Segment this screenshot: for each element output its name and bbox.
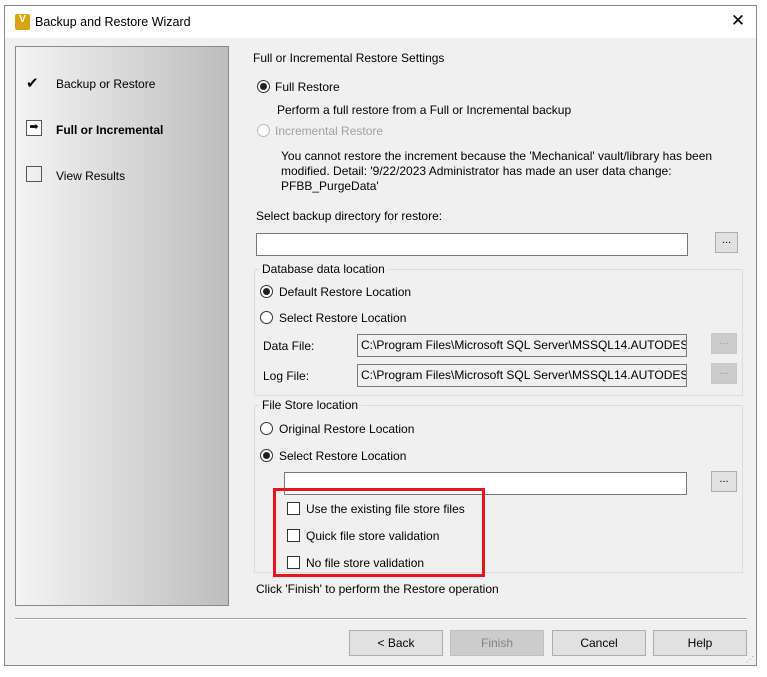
fs-original-location-label: Original Restore Location xyxy=(279,422,415,436)
data-file-browse-button: ... xyxy=(711,333,737,354)
vault-app-icon: V xyxy=(15,14,30,30)
wizard-window: V Backup and Restore Wizard ✕ ✔ Backup o… xyxy=(4,5,757,666)
finish-button: Finish xyxy=(450,630,544,656)
highlight-annotation-box xyxy=(273,488,485,577)
arrow-right-icon: ➡ xyxy=(26,120,42,136)
full-restore-label: Full Restore xyxy=(275,80,340,94)
step-full-or-incremental: Full or Incremental xyxy=(56,123,164,137)
file-store-browse-button[interactable]: ... xyxy=(711,471,737,492)
log-file-label: Log File: xyxy=(263,369,310,383)
log-file-browse-button: ... xyxy=(711,363,737,384)
db-default-location-label: Default Restore Location xyxy=(279,285,412,299)
warning-line: PFBB_PurgeData' xyxy=(281,179,379,193)
warning-line: modified. Detail: '9/22/2023 Administrat… xyxy=(281,164,672,178)
close-icon[interactable]: ✕ xyxy=(728,11,748,31)
step-backup-or-restore: Backup or Restore xyxy=(56,77,156,91)
step-view-results: View Results xyxy=(56,169,126,183)
incremental-restore-label: Incremental Restore xyxy=(275,124,384,138)
full-restore-description: Perform a full restore from a Full or In… xyxy=(277,103,572,117)
cancel-button[interactable]: Cancel xyxy=(552,630,646,656)
full-restore-radio[interactable] xyxy=(257,80,270,93)
footer-note: Click 'Finish' to perform the Restore op… xyxy=(256,582,499,596)
fs-select-location-label: Select Restore Location xyxy=(279,449,407,463)
resize-grip-icon[interactable]: ⋰ xyxy=(746,655,754,664)
empty-checkbox-icon xyxy=(26,166,42,182)
file-store-title: File Store location xyxy=(259,398,362,412)
page-heading: Full or Incremental Restore Settings xyxy=(253,51,445,65)
warning-line: You cannot restore the increment because… xyxy=(281,149,713,163)
fs-select-location-radio[interactable] xyxy=(260,449,273,462)
backup-dir-browse-button[interactable]: ... xyxy=(715,232,738,253)
steps-panel: ✔ Backup or Restore ➡ Full or Incrementa… xyxy=(15,46,229,606)
db-default-location-radio[interactable] xyxy=(260,285,273,298)
data-file-input[interactable]: C:\Program Files\Microsoft SQL Server\MS… xyxy=(357,334,687,357)
title-bar: V Backup and Restore Wizard ✕ xyxy=(5,6,756,38)
database-location-title: Database data location xyxy=(259,262,388,276)
back-button[interactable]: < Back xyxy=(349,630,443,656)
backup-dir-label: Select backup directory for restore: xyxy=(256,209,443,223)
data-file-label: Data File: xyxy=(263,339,315,353)
separator xyxy=(15,618,747,620)
db-select-location-label: Select Restore Location xyxy=(279,311,407,325)
checkmark-icon: ✔ xyxy=(26,75,39,92)
fs-original-location-radio[interactable] xyxy=(260,422,273,435)
log-file-input[interactable]: C:\Program Files\Microsoft SQL Server\MS… xyxy=(357,364,687,387)
incremental-restore-radio xyxy=(257,124,270,137)
db-select-location-radio[interactable] xyxy=(260,311,273,324)
backup-dir-input[interactable] xyxy=(256,233,688,256)
window-title: Backup and Restore Wizard xyxy=(35,15,191,29)
incremental-warning: You cannot restore the increment because… xyxy=(281,149,712,194)
help-button[interactable]: Help xyxy=(653,630,747,656)
